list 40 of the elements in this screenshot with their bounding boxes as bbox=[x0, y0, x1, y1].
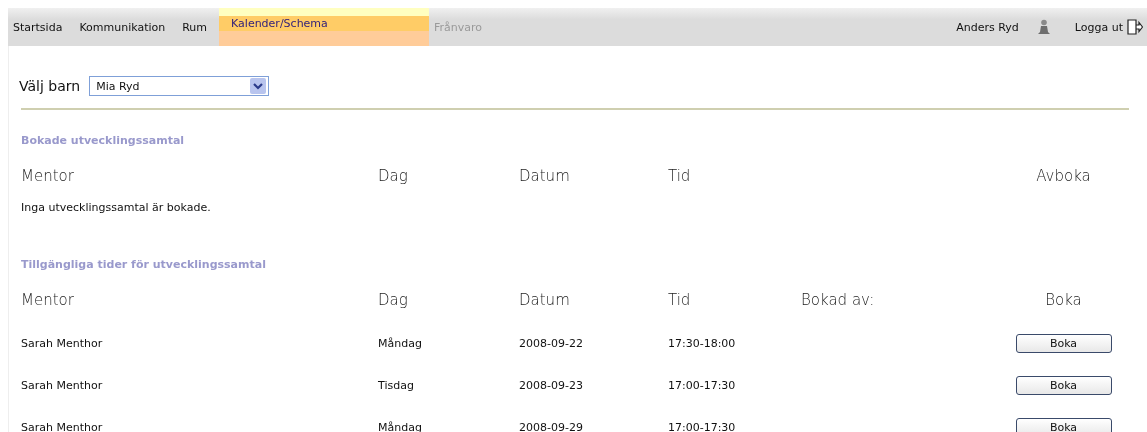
empty-message: Inga utvecklingssamtal är bokade. bbox=[21, 201, 212, 214]
mentor-cell: Sarah Menthor bbox=[21, 336, 103, 350]
column-header: Avboka bbox=[1036, 167, 1091, 185]
column-header: Boka bbox=[1045, 291, 1082, 309]
mentor-cell: Sarah Menthor bbox=[21, 378, 103, 392]
column-header: Mentor bbox=[21, 291, 74, 309]
mentor-cell: Sarah Menthor bbox=[21, 420, 103, 432]
book-button[interactable]: Boka bbox=[1015, 333, 1112, 353]
column-header: Datum bbox=[519, 291, 570, 309]
select-label: Välj barn bbox=[19, 78, 81, 94]
section-title: Tillgängliga tider för utvecklingssamtal bbox=[21, 258, 267, 271]
nav-tab[interactable]: Kalender/Schema bbox=[219, 8, 430, 46]
section-title: Bokade utvecklingssamtal bbox=[21, 134, 186, 147]
column-header: Dag bbox=[378, 167, 408, 185]
nav-tab[interactable]: Startsida bbox=[8, 8, 75, 46]
nav-tab[interactable]: Rum bbox=[177, 8, 220, 46]
person-icon bbox=[1036, 19, 1051, 35]
time-cell: 17:30-18:00 bbox=[668, 336, 736, 350]
book-button[interactable]: Boka bbox=[1015, 417, 1112, 432]
nav-tab[interactable]: Kommunikation bbox=[74, 8, 178, 46]
day-cell: Måndag bbox=[378, 336, 422, 350]
day-cell: Tisdag bbox=[378, 378, 414, 392]
column-header: Datum bbox=[519, 167, 570, 185]
column-header: Mentor bbox=[21, 167, 74, 185]
logout-icon[interactable] bbox=[1127, 19, 1143, 35]
date-cell: 2008-09-22 bbox=[519, 336, 583, 350]
time-cell: 17:00-17:30 bbox=[668, 420, 736, 432]
date-cell: 2008-09-23 bbox=[519, 378, 583, 392]
column-header: Dag bbox=[378, 291, 408, 309]
user-name: Anders Ryd bbox=[956, 20, 1019, 34]
column-header: Tid bbox=[668, 291, 691, 309]
column-header: Tid bbox=[668, 167, 691, 185]
child-dropdown[interactable]: Mia Ryd bbox=[89, 76, 270, 96]
day-cell: Måndag bbox=[378, 420, 422, 432]
column-header: Bokad av: bbox=[801, 291, 875, 309]
caret-icon[interactable] bbox=[250, 78, 267, 94]
date-cell: 2008-09-29 bbox=[519, 420, 583, 432]
logout-link[interactable]: Logga ut bbox=[1074, 20, 1123, 34]
book-button[interactable]: Boka bbox=[1015, 375, 1112, 395]
time-cell: 17:00-17:30 bbox=[668, 378, 736, 392]
